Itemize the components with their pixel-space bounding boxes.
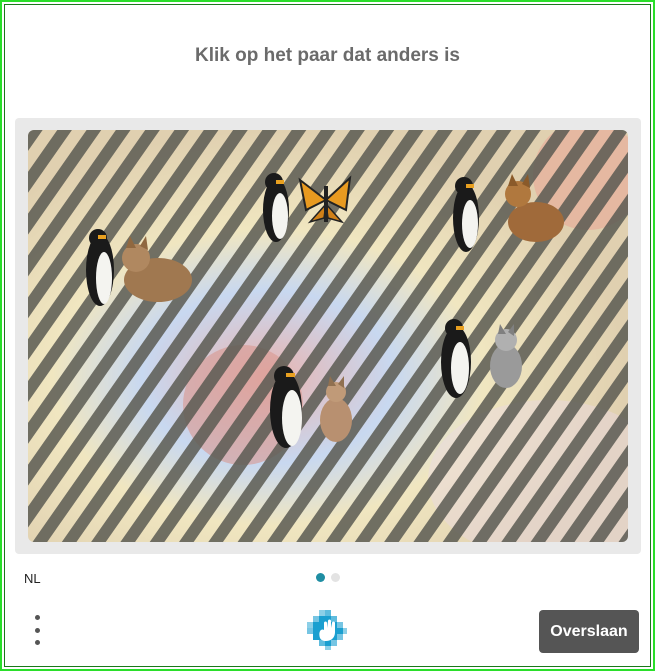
menu-dot (34, 615, 40, 620)
page-indicator (316, 573, 340, 582)
challenge-prompt: Klik op het paar dat anders is (194, 45, 461, 66)
more-vertical-icon[interactable] (26, 612, 48, 648)
challenge-card (15, 118, 641, 554)
skip-button[interactable]: Overslaan (539, 610, 639, 653)
challenge-image[interactable] (28, 130, 628, 542)
hcaptcha-logo-icon[interactable] (305, 608, 349, 652)
menu-dot (34, 640, 40, 645)
menu-dot (34, 627, 40, 633)
language-label[interactable]: NL (24, 571, 41, 586)
page-dot-2 (331, 573, 340, 582)
page-dot-1 (316, 573, 325, 582)
